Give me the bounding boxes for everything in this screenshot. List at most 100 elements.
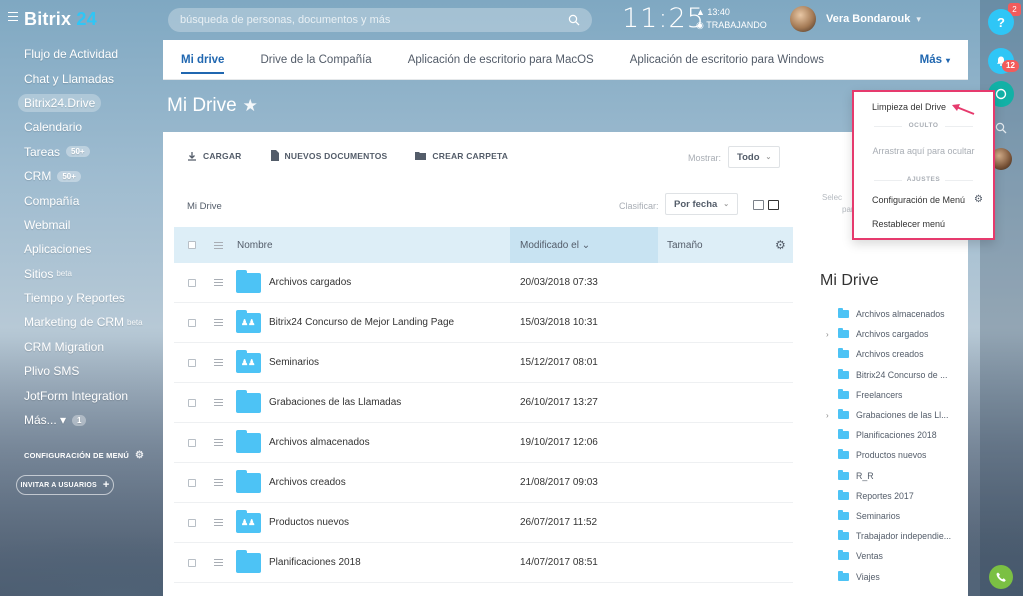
row-menu-icon[interactable] xyxy=(214,559,223,566)
phone-icon[interactable] xyxy=(989,565,1013,589)
hamburger-icon[interactable] xyxy=(214,241,223,249)
tree-item[interactable]: Planificaciones 2018 xyxy=(826,425,951,445)
file-name[interactable]: Seminarios xyxy=(269,357,319,368)
table-row[interactable]: Grabaciones de las Llamadas 26/10/2017 13… xyxy=(174,383,793,423)
sidebar-item-crm-migration[interactable]: CRM Migration xyxy=(0,335,160,359)
show-filter-select[interactable]: Todo ⌄ xyxy=(728,146,781,168)
row-menu-icon[interactable] xyxy=(214,479,223,486)
search-input[interactable] xyxy=(180,14,568,26)
tab-my-drive[interactable]: Mi drive xyxy=(181,40,225,80)
sidebar-item-more[interactable]: Más... ▾ 1 xyxy=(0,408,160,432)
sidebar-item-jotform[interactable]: JotForm Integration xyxy=(0,383,160,407)
sidebar-item-activity-stream[interactable]: Flujo de Actividad xyxy=(0,42,160,66)
sidebar-item-calendar[interactable]: Calendario xyxy=(0,115,160,139)
new-documents-button[interactable]: NUEVOS DOCUMENTOS xyxy=(270,150,388,161)
menu-config-item[interactable]: Configuración de Menú xyxy=(872,195,965,205)
table-row[interactable]: ♟♟ Seminarios 15/12/2017 08:01 xyxy=(174,343,793,383)
work-status[interactable]: ▲ 13:40 ◉ TRABAJANDO xyxy=(696,6,767,32)
sidebar-item-company[interactable]: Compañía xyxy=(0,188,160,212)
tree-item[interactable]: Archivos creados xyxy=(826,344,951,364)
bitrix-logo[interactable]: Bitrix 24 xyxy=(24,9,97,30)
chevron-right-icon[interactable]: › xyxy=(826,330,829,339)
file-name[interactable]: Productos nuevos xyxy=(269,517,349,528)
file-name[interactable]: Archivos creados xyxy=(269,477,346,488)
sidebar-item-plivo-sms[interactable]: Plivo SMS xyxy=(0,359,160,383)
tree-item[interactable]: R_R xyxy=(826,466,951,486)
row-checkbox[interactable] xyxy=(188,318,196,327)
tree-item[interactable]: Ventas xyxy=(826,546,951,566)
tree-item[interactable]: Reportes 2017 xyxy=(826,486,951,506)
row-checkbox[interactable] xyxy=(188,558,196,567)
file-name[interactable]: Archivos almacenados xyxy=(269,437,370,448)
file-name[interactable]: Archivos cargados xyxy=(269,277,351,288)
user-name[interactable]: Vera Bondarouk xyxy=(826,13,910,25)
tab-company-drive[interactable]: Drive de la Compañía xyxy=(260,40,371,80)
chevron-down-icon[interactable]: ▾ xyxy=(916,14,921,25)
tree-item[interactable]: Productos nuevos xyxy=(826,445,951,465)
menu-burger-icon[interactable] xyxy=(8,12,18,22)
tree-item[interactable]: Seminarios xyxy=(826,506,951,526)
create-folder-button[interactable]: CREAR CARPETA xyxy=(415,151,508,161)
breadcrumb[interactable]: Mi Drive xyxy=(187,201,222,212)
gear-icon[interactable]: ⚙ xyxy=(974,194,983,205)
menu-settings-link[interactable]: CONFIGURACIÓN DE MENÚ ⚙ xyxy=(0,450,160,461)
column-modified[interactable]: Modificado el ⌄ xyxy=(510,227,658,263)
column-size[interactable]: Tamaño xyxy=(667,240,703,251)
sidebar-item-time-reports[interactable]: Tiempo y Reportes xyxy=(0,286,160,310)
tree-item[interactable]: Bitrix24 Concurso de ... xyxy=(826,365,951,385)
table-row[interactable]: Archivos creados 21/08/2017 09:03 xyxy=(174,463,793,503)
row-checkbox[interactable] xyxy=(188,398,196,407)
sidebar-item-webmail[interactable]: Webmail xyxy=(0,213,160,237)
row-checkbox[interactable] xyxy=(188,358,196,367)
table-row[interactable]: ♟♟ Bitrix24 Concurso de Mejor Landing Pag… xyxy=(174,303,793,343)
sidebar-item-drive[interactable]: Bitrix24.Drive xyxy=(0,91,160,115)
avatar[interactable] xyxy=(790,6,816,32)
gear-icon[interactable]: ⚙ xyxy=(135,450,144,461)
row-menu-icon[interactable] xyxy=(214,359,223,366)
bell-icon[interactable]: 12 xyxy=(988,48,1019,74)
reset-menu-item[interactable]: Restablecer menú xyxy=(872,219,945,229)
tile-view-icon[interactable] xyxy=(753,200,764,210)
table-row[interactable]: Archivos cargados 20/03/2018 07:33 xyxy=(174,263,793,303)
tree-item[interactable]: Trabajador independie... xyxy=(826,526,951,546)
sidebar-item-crm[interactable]: CRM 50+ xyxy=(0,164,160,188)
select-all-checkbox[interactable] xyxy=(188,241,196,249)
tab-windows-app[interactable]: Aplicación de escritorio para Windows xyxy=(630,40,824,80)
tab-more[interactable]: Más ▾ xyxy=(920,40,950,80)
row-menu-icon[interactable] xyxy=(214,399,223,406)
invite-users-button[interactable]: INVITAR A USUARIOS + xyxy=(16,475,114,496)
sidebar-item-tasks[interactable]: Tareas 50+ xyxy=(0,140,160,164)
sort-select[interactable]: Por fecha ⌄ xyxy=(665,193,739,215)
tree-item[interactable]: Freelancers xyxy=(826,385,951,405)
row-checkbox[interactable] xyxy=(188,438,196,447)
row-checkbox[interactable] xyxy=(188,478,196,487)
row-checkbox[interactable] xyxy=(188,518,196,527)
column-name[interactable]: Nombre xyxy=(237,240,273,251)
sidebar-item-crm-marketing[interactable]: Marketing de CRM beta xyxy=(0,310,160,334)
user-menu[interactable]: Vera Bondarouk ▾ xyxy=(790,6,921,32)
chevron-right-icon[interactable]: › xyxy=(826,411,829,420)
table-row[interactable]: Planificaciones 2018 14/07/2017 08:51 xyxy=(174,543,793,583)
row-menu-icon[interactable] xyxy=(214,279,223,286)
sidebar-item-chat[interactable]: Chat y Llamadas xyxy=(0,66,160,90)
file-name[interactable]: Planificaciones 2018 xyxy=(269,557,361,568)
row-menu-icon[interactable] xyxy=(214,319,223,326)
upload-button[interactable]: CARGAR xyxy=(187,151,242,161)
file-name[interactable]: Grabaciones de las Llamadas xyxy=(269,397,401,408)
sidebar-item-sites[interactable]: Sitios beta xyxy=(0,262,160,286)
list-view-icon[interactable] xyxy=(768,200,779,210)
table-row[interactable]: ♟♟ Productos nuevos 26/07/2017 11:52 xyxy=(174,503,793,543)
row-menu-icon[interactable] xyxy=(214,519,223,526)
row-menu-icon[interactable] xyxy=(214,439,223,446)
file-name[interactable]: Bitrix24 Concurso de Mejor Landing Page xyxy=(269,317,454,328)
star-icon[interactable]: ★ xyxy=(243,96,258,116)
row-checkbox[interactable] xyxy=(188,278,196,287)
tab-macos-app[interactable]: Aplicación de escritorio para MacOS xyxy=(408,40,594,80)
search-box[interactable] xyxy=(168,8,592,32)
gear-icon[interactable]: ⚙ xyxy=(775,238,786,252)
tree-item[interactable]: › Archivos cargados xyxy=(826,324,951,344)
clock[interactable]: 11:25 xyxy=(622,3,705,34)
tree-item[interactable]: Viajes xyxy=(826,566,951,586)
table-row[interactable]: Archivos almacenados 19/10/2017 12:06 xyxy=(174,423,793,463)
tree-item[interactable]: › Grabaciones de las Ll... xyxy=(826,405,951,425)
